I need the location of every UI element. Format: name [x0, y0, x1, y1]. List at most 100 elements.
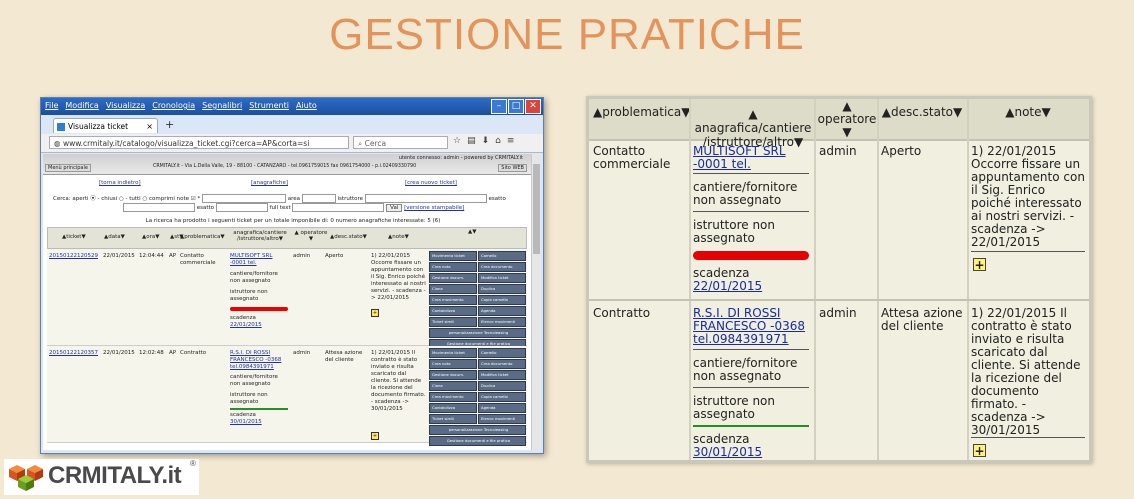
anagrafiche-link[interactable]: [anagrafiche] — [251, 180, 288, 186]
zoom-stato: Attesa azione del cliente — [881, 306, 963, 333]
menu-visualizza[interactable]: Visualizza — [102, 98, 148, 110]
scrollbar-thumb[interactable] — [533, 164, 540, 254]
action-button[interactable]: Clona — [429, 381, 477, 391]
filter-text-input[interactable] — [123, 203, 195, 212]
action-button[interactable]: Gestione docum. — [429, 370, 477, 380]
priority-bar — [230, 408, 288, 410]
menu-cronologia[interactable]: Cronologia — [148, 98, 198, 110]
action-button[interactable]: Agenda — [478, 403, 526, 413]
action-button-wide[interactable]: personalizzazione Tecnoleasing — [429, 425, 526, 435]
action-button[interactable]: Camello — [478, 251, 526, 261]
header-ora[interactable]: ▲ora▼ — [142, 234, 159, 240]
search-input[interactable]: ⌕ Cerca — [353, 136, 448, 149]
scadenza-date[interactable]: 30/01/2015 — [230, 419, 262, 426]
action-button[interactable]: Duplica — [478, 381, 526, 391]
action-button[interactable]: Modifica ticket — [478, 273, 526, 283]
minimize-icon[interactable]: – — [491, 99, 507, 114]
close-icon[interactable]: ✕ — [525, 99, 541, 114]
new-tab-icon[interactable]: + — [165, 118, 174, 131]
action-button[interactable]: Elenco movimenti — [478, 317, 526, 327]
action-button[interactable]: Clona — [429, 284, 477, 294]
add-note-icon[interactable]: + — [371, 432, 379, 440]
menu-principale-button[interactable]: Menù principale — [45, 164, 91, 172]
action-button[interactable]: Movimenta ticket — [429, 251, 477, 261]
tab-visualizza-ticket[interactable]: Visualizza ticket × — [53, 118, 158, 133]
header-operatore[interactable]: ▲ operatore ▼ — [294, 230, 328, 242]
zoom-header-stato[interactable]: ▲desc.stato▼ — [879, 105, 965, 119]
action-button-wide[interactable]: personalizzazione Tecnoleasing — [429, 328, 526, 338]
maximize-icon[interactable]: □ — [508, 99, 524, 114]
action-button[interactable]: Elenco movimenti — [478, 414, 526, 424]
filter-status-label[interactable]: Cerca: aperti ⦿ - chiusi ○ - tutti ○ com… — [53, 196, 200, 202]
action-button[interactable]: Contabilizza — [429, 403, 477, 413]
menu-file[interactable]: File — [41, 98, 61, 110]
printable-link[interactable]: [versione stampabile] — [404, 205, 464, 211]
sito-web-button[interactable]: Sito WEB — [498, 164, 527, 172]
download-icon[interactable]: ⬇ — [482, 136, 490, 146]
zoom-header-operatore[interactable]: operatore — [817, 112, 877, 126]
action-button[interactable]: Duplica — [478, 284, 526, 294]
add-note-icon[interactable]: + — [973, 444, 986, 458]
scadenza-date[interactable]: 22/01/2015 — [230, 322, 262, 329]
browser-menubar: File Modifica Visualizza Cronologia Segnalib… — [41, 98, 543, 115]
vai-button[interactable]: Vai — [386, 204, 403, 212]
tab-close-icon[interactable]: × — [146, 119, 153, 134]
action-button[interactable]: Agenda — [478, 306, 526, 316]
action-button[interactable]: Crea documento — [478, 262, 526, 272]
bookmark-star-icon[interactable]: ☆ — [453, 136, 461, 146]
vertical-scrollbar[interactable] — [531, 154, 541, 450]
ticket-id[interactable]: 20150122120529 — [49, 253, 98, 260]
library-icon[interactable]: ▤ — [467, 136, 476, 146]
menu-aiuto[interactable]: Aiuto — [292, 98, 320, 110]
action-button[interactable]: Crea movimento — [429, 295, 477, 305]
menu-modifica[interactable]: Modifica — [61, 98, 101, 110]
fulltext-input[interactable] — [292, 203, 385, 212]
filter-select[interactable] — [202, 194, 286, 203]
action-button[interactable]: Gestione docum. — [429, 273, 477, 283]
ticket-anagrafica[interactable]: MULTISOFT SRL -0001 tel. — [230, 253, 288, 267]
header-data[interactable]: ▲data▼ — [104, 234, 125, 240]
action-button[interactable]: Camello — [478, 348, 526, 358]
esatto-input[interactable] — [215, 203, 268, 212]
zoom-header-operatore-up[interactable]: ▲ — [817, 99, 877, 113]
action-button[interactable]: Crea nota — [429, 359, 477, 369]
menu-segnalibri[interactable]: Segnalibri — [198, 98, 245, 110]
action-button[interactable]: Copia camello — [478, 295, 526, 305]
add-note-icon[interactable]: + — [371, 309, 379, 317]
url-bar[interactable]: ◍ www.crmitaly.it/catalogo/visualizza_ti… — [49, 136, 349, 149]
zoom-header-operatore-down[interactable]: ▼ — [817, 125, 877, 139]
action-button[interactable]: Crea nota — [429, 262, 477, 272]
action-button[interactable]: Ticket simili — [429, 317, 477, 327]
add-note-icon[interactable]: + — [973, 258, 986, 272]
new-ticket-link[interactable]: [crea nuovo ticket] — [405, 180, 457, 186]
zoom-header-problematica[interactable]: ▲problematica▼ — [593, 105, 690, 119]
zoom-anagrafica-link[interactable]: R.S.I. DI ROSSI FRANCESCO -0368 tel.0984… — [693, 307, 811, 346]
action-button[interactable]: Contabilizza — [429, 306, 477, 316]
menu-icon[interactable]: ≡ — [507, 136, 515, 146]
header-ticket[interactable]: ▲ticket▼ — [62, 234, 86, 240]
action-button[interactable]: Modifica ticket — [478, 370, 526, 380]
action-button[interactable]: Copia camello — [478, 392, 526, 402]
header-stato[interactable]: ▲desc.stato▼ — [330, 234, 367, 240]
home-icon[interactable]: ⌂ — [495, 136, 501, 146]
zoom-scadenza-date[interactable]: 22/01/2015 — [693, 280, 762, 293]
action-button[interactable]: Crea movimento — [429, 392, 477, 402]
action-button[interactable]: Movimenta ticket — [429, 348, 477, 358]
ticket-anagrafica[interactable]: R.S.I. DI ROSSI FRANCESCO -0368 tel.0984… — [230, 350, 288, 371]
back-link[interactable]: [torna indietro] — [99, 180, 141, 186]
header-extra[interactable]: ▲▼ — [468, 229, 476, 235]
istruttore-select[interactable] — [364, 194, 487, 203]
header-anagrafica[interactable]: anagrafica/cantiere /istruttore/altro▼ — [230, 230, 290, 242]
ticket-id[interactable]: 20150122120357 — [49, 350, 98, 357]
ticket-time: 12:02:48 — [139, 350, 164, 356]
action-button-wide[interactable]: Gestione documenti e file pratica — [429, 436, 526, 446]
header-note[interactable]: ▲note▼ — [388, 234, 409, 240]
zoom-scadenza-date[interactable]: 30/01/2015 — [693, 446, 762, 459]
zoom-header-note[interactable]: ▲note▼ — [969, 105, 1087, 119]
action-button[interactable]: Ticket simili — [429, 414, 477, 424]
zoom-anagrafica-link[interactable]: MULTISOFT SRL -0001 tel. — [693, 145, 811, 171]
header-problematica[interactable]: ▲problematica▼ — [180, 234, 225, 240]
action-button[interactable]: Crea documento — [478, 359, 526, 369]
area-select[interactable] — [301, 194, 336, 203]
menu-strumenti[interactable]: Strumenti — [245, 98, 292, 110]
